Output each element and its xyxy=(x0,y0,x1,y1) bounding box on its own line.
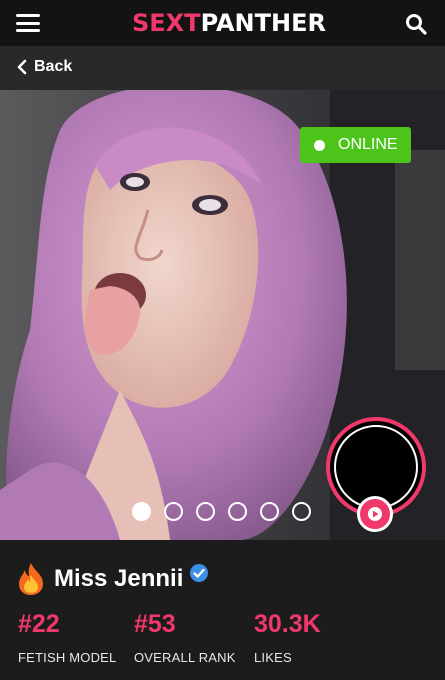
carousel-dot[interactable] xyxy=(196,502,215,521)
stat-overall-rank: #53 OVERALL RANK xyxy=(134,610,236,666)
carousel-dot[interactable] xyxy=(228,502,247,521)
stat-label: FETISH MODEL xyxy=(18,650,117,665)
online-status-label: ONLINE xyxy=(338,136,398,153)
logo-text-sext: SEXT xyxy=(132,9,201,37)
top-bar: SEXT PANTHER xyxy=(0,0,445,46)
profile-name-row: Miss Jennii xyxy=(16,562,209,596)
stat-likes: 30.3K LIKES xyxy=(254,610,321,666)
stat-fetish-model: #22 FETISH MODEL xyxy=(18,610,117,666)
carousel-dot[interactable] xyxy=(292,502,311,521)
hamburger-menu-icon[interactable] xyxy=(16,13,40,33)
profile-info: Miss Jennii #22 FETISH MODEL #53 OVERALL… xyxy=(0,540,445,680)
carousel-dot[interactable] xyxy=(164,502,183,521)
stat-value: #53 xyxy=(134,610,176,638)
stat-label: LIKES xyxy=(254,650,292,665)
chevron-left-icon xyxy=(17,59,27,75)
profile-name: Miss Jennii xyxy=(54,565,184,592)
carousel-dot[interactable] xyxy=(260,502,279,521)
back-button[interactable]: Back xyxy=(16,58,72,76)
carousel-dot[interactable] xyxy=(132,502,151,521)
play-icon[interactable] xyxy=(357,496,393,532)
search-icon[interactable] xyxy=(404,12,428,36)
verified-badge-icon xyxy=(190,564,209,582)
back-bar: Back xyxy=(0,46,445,90)
stat-label: OVERALL RANK xyxy=(134,650,236,665)
logo-text-panther: PANTHER xyxy=(200,9,326,37)
fire-icon xyxy=(19,563,43,595)
site-logo[interactable]: SEXT PANTHER xyxy=(132,8,326,38)
stat-value: #22 xyxy=(18,610,60,638)
stat-value: 30.3K xyxy=(254,610,321,638)
online-dot-icon xyxy=(314,139,325,151)
carousel-pagination xyxy=(132,502,311,521)
online-status-badge: ONLINE xyxy=(300,127,411,163)
back-label: Back xyxy=(34,58,73,75)
